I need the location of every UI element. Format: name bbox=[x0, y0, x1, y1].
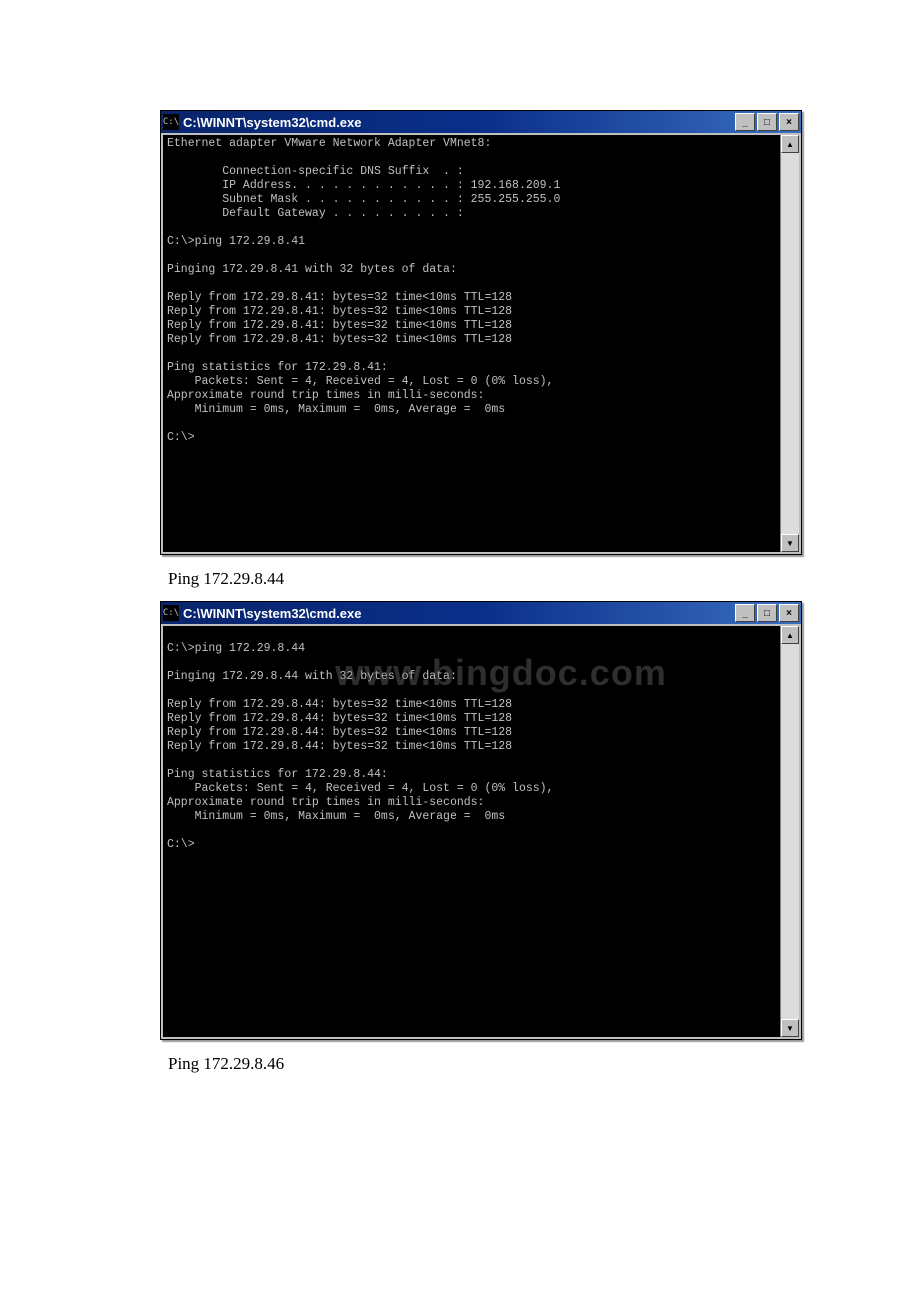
scroll-down-button[interactable]: ▼ bbox=[781, 534, 799, 552]
console-container: C:\>ping 172.29.8.44 Pinging 172.29.8.44… bbox=[161, 624, 801, 1039]
titlebar: C:\ C:\WINNT\system32\cmd.exe _ □ × bbox=[161, 602, 801, 624]
window-title: C:\WINNT\system32\cmd.exe bbox=[183, 606, 735, 621]
caption-1: Ping 172.29.8.44 bbox=[168, 569, 810, 589]
window-buttons: _ □ × bbox=[735, 604, 799, 622]
app-icon: C:\ bbox=[163, 114, 179, 130]
app-icon: C:\ bbox=[163, 605, 179, 621]
console-output: C:\>ping 172.29.8.44 Pinging 172.29.8.44… bbox=[163, 626, 780, 1037]
vertical-scrollbar[interactable]: ▲ ▼ bbox=[780, 135, 799, 552]
close-button[interactable]: × bbox=[779, 604, 799, 622]
cmd-window-1: C:\ C:\WINNT\system32\cmd.exe _ □ × Ethe… bbox=[160, 110, 802, 555]
scroll-up-button[interactable]: ▲ bbox=[781, 626, 799, 644]
scroll-up-button[interactable]: ▲ bbox=[781, 135, 799, 153]
maximize-button[interactable]: □ bbox=[757, 113, 777, 131]
window-buttons: _ □ × bbox=[735, 113, 799, 131]
window-title: C:\WINNT\system32\cmd.exe bbox=[183, 115, 735, 130]
maximize-button[interactable]: □ bbox=[757, 604, 777, 622]
scroll-track[interactable] bbox=[781, 644, 799, 1019]
close-button[interactable]: × bbox=[779, 113, 799, 131]
vertical-scrollbar[interactable]: ▲ ▼ bbox=[780, 626, 799, 1037]
minimize-button[interactable]: _ bbox=[735, 113, 755, 131]
console-output: Ethernet adapter VMware Network Adapter … bbox=[163, 135, 780, 552]
caption-2: Ping 172.29.8.46 bbox=[168, 1054, 810, 1074]
console-container: Ethernet adapter VMware Network Adapter … bbox=[161, 133, 801, 554]
scroll-track[interactable] bbox=[781, 153, 799, 534]
cmd-window-2: C:\ C:\WINNT\system32\cmd.exe _ □ × C:\>… bbox=[160, 601, 802, 1040]
minimize-button[interactable]: _ bbox=[735, 604, 755, 622]
scroll-down-button[interactable]: ▼ bbox=[781, 1019, 799, 1037]
titlebar: C:\ C:\WINNT\system32\cmd.exe _ □ × bbox=[161, 111, 801, 133]
